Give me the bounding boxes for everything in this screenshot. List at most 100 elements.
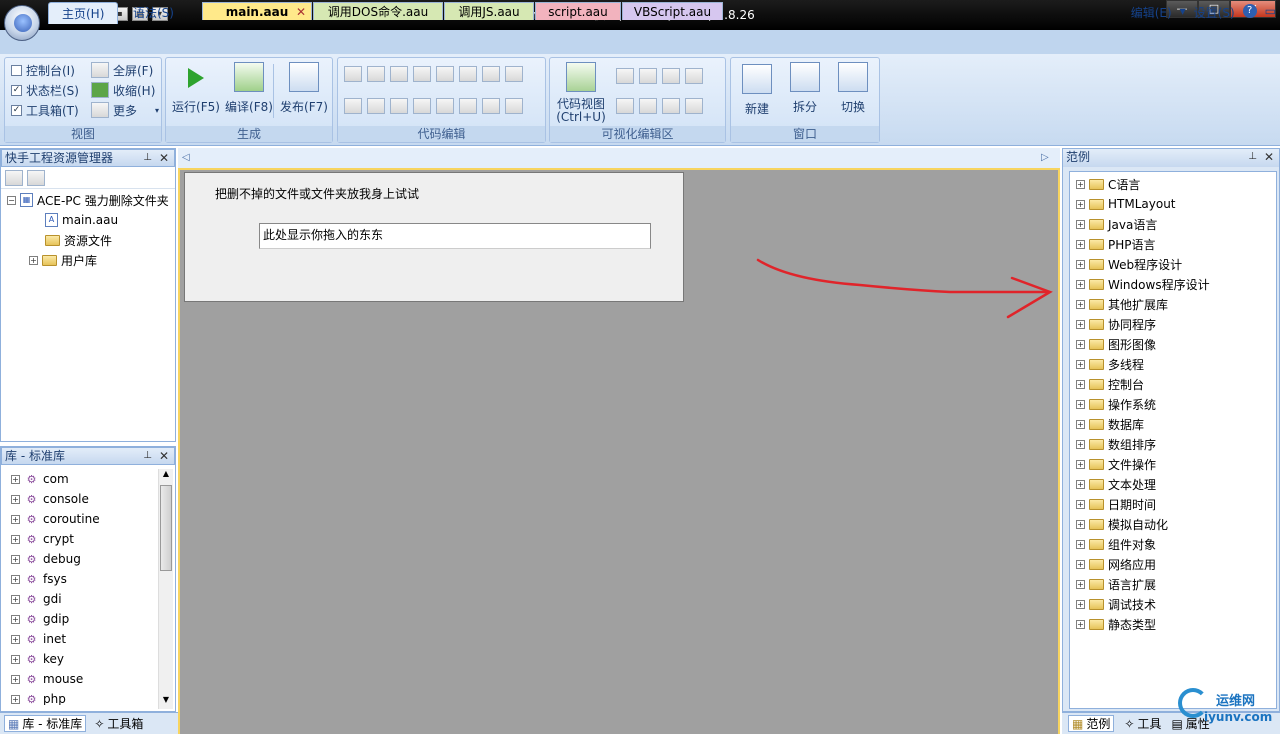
expand-icon[interactable]: + [1076,219,1085,229]
code-view-button[interactable]: 代码视图 (Ctrl+U) [552,62,610,124]
expand-icon[interactable]: + [1076,259,1085,269]
expand-icon[interactable]: + [11,634,20,644]
expand-icon[interactable]: + [1076,479,1085,489]
example-category[interactable]: + 协同程序 [1076,314,1276,334]
example-category[interactable]: + 多线程 [1076,354,1276,374]
expand-icon[interactable]: + [1076,459,1085,469]
tab-home[interactable]: 主页(H) [48,2,119,24]
example-category[interactable]: + 日期时间 [1076,494,1276,514]
expand-icon[interactable]: + [11,694,20,704]
expand-icon[interactable]: + [1076,499,1085,509]
expand-icon[interactable]: + [29,255,38,265]
restore-ribbon-icon[interactable]: ▭ [1265,4,1276,21]
window-icon[interactable] [639,68,657,84]
example-category[interactable]: + 调试技术 [1076,594,1276,614]
indent-icon[interactable] [436,66,454,82]
expand-icon[interactable]: + [1076,359,1085,369]
check-console[interactable]: 控制台(I) [11,60,79,80]
copy-icon[interactable] [367,66,385,82]
add-file-icon[interactable] [5,170,23,186]
compile-button[interactable]: 编译(F8) [222,62,276,115]
undo-icon[interactable] [436,98,454,114]
editor-tab-main[interactable]: main.aau ✕ [202,2,312,20]
library-item[interactable]: + ⚙ console [11,489,175,509]
app-menu-orb[interactable] [4,5,40,41]
edit-menu[interactable]: 编辑(E) [1131,4,1172,21]
close-tab-icon[interactable]: ✕ [296,3,306,21]
expand-icon[interactable]: + [11,474,20,484]
close-icon[interactable]: ✕ [1264,149,1274,165]
form-icon[interactable] [616,68,634,84]
comment-icon[interactable] [505,66,523,82]
layer-icon[interactable] [685,68,703,84]
pin-icon[interactable]: ⊥ [143,448,152,464]
example-category[interactable]: + 组件对象 [1076,534,1276,554]
example-category[interactable]: + PHP语言 [1076,234,1276,254]
clear-bookmark-icon[interactable] [413,98,431,114]
example-category[interactable]: + HTMLayout [1076,194,1276,214]
library-item[interactable]: + ⚙ crypt [11,529,175,549]
example-category[interactable]: + 其他扩展库 [1076,294,1276,314]
find-icon[interactable] [482,98,500,114]
align-left-icon[interactable] [616,98,634,114]
pin-icon[interactable]: ⊥ [1248,149,1257,165]
check-toolbox[interactable]: ✓ 工具箱(T) [11,100,79,120]
expand-icon[interactable]: + [11,534,20,544]
switch-button[interactable]: 切换 [831,62,875,115]
example-category[interactable]: + 控制台 [1076,374,1276,394]
tree-item[interactable]: + 用户库 [7,250,175,270]
pin-icon[interactable]: ⊥ [143,150,152,166]
help-icon[interactable]: ? [1242,4,1257,18]
more-button[interactable]: 更多 ▾ [91,100,159,120]
expand-icon[interactable]: + [11,554,20,564]
expand-icon[interactable]: + [1076,319,1085,329]
expand-icon[interactable]: + [1076,299,1085,309]
prev-bookmark-icon[interactable] [390,98,408,114]
checkbox[interactable] [11,64,22,76]
save-project-icon[interactable] [27,170,45,186]
form-window[interactable]: 把删不掉的文件或文件夹放我身上试试 此处显示你拖入的东东 [184,172,684,302]
close-icon[interactable]: ✕ [159,150,169,166]
expand-icon[interactable]: + [11,594,20,604]
scroll-down-icon[interactable]: ▼ [159,695,173,709]
tab-examples[interactable]: ▦ 范例 [1068,715,1115,732]
library-item[interactable]: + ⚙ com [11,469,175,489]
collapse-icon[interactable]: − [7,195,16,205]
paste-icon[interactable] [390,66,408,82]
expand-icon[interactable]: + [1076,579,1085,589]
tab-library[interactable]: ▦ 库 - 标准库 [4,715,87,732]
expand-icon[interactable]: + [11,654,20,664]
check-statusbar[interactable]: ✓ 状态栏(S) [11,80,79,100]
pin-icon[interactable] [662,98,680,114]
library-item[interactable]: + ⚙ coroutine [11,509,175,529]
library-item[interactable]: + ⚙ php [11,689,175,705]
scroll-thumb[interactable] [160,485,172,571]
tab-scroll-left-icon[interactable]: ◁ [182,152,190,163]
align-icon[interactable] [482,66,500,82]
publish-button[interactable]: 发布(F7) [277,62,331,115]
expand-icon[interactable]: + [1076,419,1085,429]
example-category[interactable]: + Java语言 [1076,214,1276,234]
example-category[interactable]: + C语言 [1076,174,1276,194]
example-category[interactable]: + 模拟自动化 [1076,514,1276,534]
expand-icon[interactable]: + [1076,279,1085,289]
tab-syntax[interactable]: 语法(S) [120,2,187,24]
drop-target-box[interactable]: 此处显示你拖入的东东 [259,223,651,249]
expand-icon[interactable]: + [1076,439,1085,449]
example-category[interactable]: + 文件操作 [1076,454,1276,474]
expand-icon[interactable]: + [1076,179,1085,189]
expand-icon[interactable]: + [1076,379,1085,389]
checkbox[interactable]: ✓ [11,104,22,116]
library-item[interactable]: + ⚙ key [11,649,175,669]
example-category[interactable]: + Windows程序设计 [1076,274,1276,294]
expand-icon[interactable]: + [1076,519,1085,529]
expand-icon[interactable]: + [1076,339,1085,349]
example-category[interactable]: + 静态类型 [1076,614,1276,634]
library-item[interactable]: + ⚙ debug [11,549,175,569]
expand-icon[interactable]: + [1076,199,1085,209]
format-icon[interactable] [413,66,431,82]
close-icon[interactable]: ✕ [159,448,169,464]
editor-tab-js[interactable]: 调用JS.aau [444,2,534,20]
checkbox[interactable]: ✓ [11,84,22,96]
outdent-icon[interactable] [459,66,477,82]
